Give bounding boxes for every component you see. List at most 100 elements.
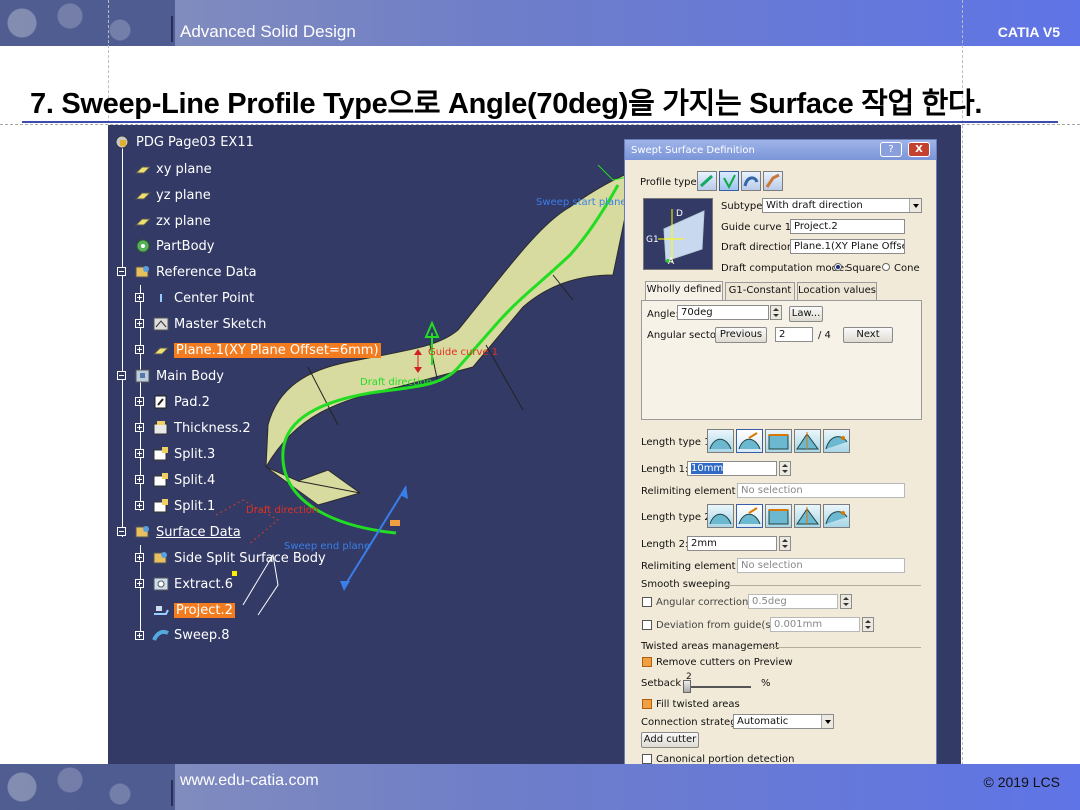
length-type-2-standard-button[interactable]	[707, 504, 734, 528]
footer-url[interactable]: www.edu-catia.com	[180, 772, 319, 790]
tree-item-label: Split.1	[174, 498, 216, 514]
expand-toggle[interactable]	[135, 553, 144, 562]
tree-item-main-body[interactable]: Main Body	[134, 366, 224, 386]
length-type-1-standard-button[interactable]	[707, 429, 734, 453]
preview-label-d: D	[676, 209, 683, 219]
canonical-detection-checkbox[interactable]	[642, 754, 652, 764]
end-plane-marker	[390, 520, 400, 526]
tree-item-yz-plane[interactable]: yz plane	[134, 185, 211, 205]
tree-item-sweep-8[interactable]: Sweep.8	[152, 625, 230, 645]
swept-surface-dialog[interactable]: Swept Surface Definition ? X Profile typ…	[624, 139, 937, 766]
relimiting-2-field[interactable]: No selection	[737, 558, 905, 573]
profile-explicit-button[interactable]	[697, 171, 717, 191]
relimiting-2-label: Relimiting element 2:	[641, 561, 749, 572]
angle-field[interactable]: 70deg	[677, 305, 769, 320]
length-1-field[interactable]: 10mm	[687, 461, 777, 476]
tree-item-partbody[interactable]: PartBody	[134, 236, 214, 256]
connection-strategy-select[interactable]: Automatic	[733, 714, 834, 729]
length-type-1-fromto-button[interactable]	[736, 429, 763, 453]
tree-item-plane-1[interactable]: Plane.1(XY Plane Offset=6mm)	[152, 340, 381, 360]
length-type-2-alongsurface-button[interactable]	[794, 504, 821, 528]
tree-item-split-1[interactable]: Split.1	[152, 496, 215, 516]
length-type-2-curve-button[interactable]	[823, 504, 850, 528]
length-type-1-alongsurface-button[interactable]	[794, 429, 821, 453]
profile-circle-button[interactable]	[741, 171, 761, 191]
expand-toggle[interactable]	[135, 631, 144, 640]
smooth-sweeping-label: Smooth sweeping	[641, 579, 731, 590]
length-type-1-curve-button[interactable]	[823, 429, 850, 453]
expand-toggle[interactable]	[135, 345, 144, 354]
expand-toggle[interactable]	[135, 423, 144, 432]
close-button[interactable]: X	[908, 142, 930, 157]
expand-toggle[interactable]	[135, 293, 144, 302]
expand-toggle[interactable]	[135, 501, 144, 510]
tree-item-thickness-2[interactable]: Thickness.2	[152, 418, 251, 438]
dialog-titlebar[interactable]: Swept Surface Definition ? X	[625, 140, 936, 160]
tree-item-split-3[interactable]: Split.3	[152, 444, 215, 464]
angle-spinner[interactable]	[770, 305, 782, 320]
setback-slider-track[interactable]	[685, 686, 751, 688]
deviation-spinner[interactable]	[862, 617, 874, 632]
length-1-spinner[interactable]	[779, 461, 791, 476]
remove-cutters-checkbox[interactable]	[642, 657, 652, 667]
sector-field[interactable]: 2	[775, 327, 813, 342]
add-cutter-button[interactable]: Add cutter	[641, 732, 699, 748]
relimiting-1-field[interactable]: No selection	[737, 483, 905, 498]
setback-slider-handle[interactable]	[683, 680, 691, 693]
expand-toggle[interactable]	[135, 579, 144, 588]
law-button[interactable]: Law...	[789, 306, 823, 322]
angular-correction-spinner[interactable]	[840, 594, 852, 609]
tree-item-master-sketch[interactable]: Master Sketch	[152, 314, 266, 334]
expand-toggle[interactable]	[135, 319, 144, 328]
length-type-1-fromextremum-button[interactable]	[765, 429, 792, 453]
collapse-toggle[interactable]	[117, 527, 126, 536]
subtype-value: With draft direction	[766, 200, 863, 211]
next-button[interactable]: Next	[843, 327, 893, 343]
tree-item-zx-plane[interactable]: zx plane	[134, 211, 211, 231]
swept-surface[interactable]	[265, 164, 658, 468]
tab-wholly-defined[interactable]: Wholly defined	[645, 281, 723, 301]
tree-item-side-split-surface-body[interactable]: Side Split Surface Body	[152, 548, 326, 568]
deviation-checkbox[interactable]	[642, 620, 652, 630]
square-radio[interactable]	[834, 263, 842, 271]
collapse-toggle[interactable]	[117, 371, 126, 380]
tree-item-project-2[interactable]: Project.2	[152, 600, 235, 620]
swept-surface-end[interactable]	[265, 466, 362, 506]
expand-toggle[interactable]	[135, 449, 144, 458]
tree-item-reference-data[interactable]: Reference Data	[134, 262, 257, 282]
chevron-down-icon[interactable]	[909, 199, 921, 212]
previous-button[interactable]: Previous	[715, 327, 767, 343]
tree-item-pad-2[interactable]: Pad.2	[152, 392, 210, 412]
collapse-toggle[interactable]	[117, 267, 126, 276]
chevron-down-icon[interactable]	[821, 715, 833, 728]
cone-radio[interactable]	[882, 263, 890, 271]
length-type-2-fromextremum-button[interactable]	[765, 504, 792, 528]
footer-band	[0, 764, 1080, 810]
tree-item-surface-data[interactable]: Surface Data	[134, 522, 241, 542]
length-2-spinner[interactable]	[779, 536, 791, 551]
tree-item-label: PartBody	[156, 238, 215, 254]
tab-location-values[interactable]: Location values	[797, 282, 877, 300]
tree-root[interactable]: PDG Page03 EX11	[114, 132, 254, 152]
length-2-field[interactable]: 2mm	[687, 536, 777, 551]
tree-item-center-point[interactable]: Center Point	[152, 288, 254, 308]
guide-curve-field[interactable]: Project.2	[790, 219, 905, 234]
tree-item-split-4[interactable]: Split.4	[152, 470, 215, 490]
tree-item-extract-6[interactable]: Extract.6	[152, 574, 233, 594]
deviation-field[interactable]: 0.001mm	[770, 617, 860, 632]
tab-g1-constant[interactable]: G1-Constant	[725, 282, 795, 300]
profile-conic-button[interactable]	[763, 171, 783, 191]
setback-label: Setback	[641, 678, 682, 689]
tree-item-xy-plane[interactable]: xy plane	[134, 159, 212, 179]
angular-correction-field[interactable]: 0.5deg	[748, 594, 838, 609]
length-type-2-fromto-button[interactable]	[736, 504, 763, 528]
angular-correction-checkbox[interactable]	[642, 597, 652, 607]
help-button[interactable]: ?	[880, 142, 902, 157]
tree-item-label: Side Split Surface Body	[174, 550, 326, 566]
expand-toggle[interactable]	[135, 475, 144, 484]
subtype-select[interactable]: With draft direction	[762, 198, 922, 213]
profile-line-button[interactable]	[719, 171, 739, 191]
draft-direction-field[interactable]: Plane.1(XY Plane Offset=6	[790, 239, 905, 254]
fill-twisted-checkbox[interactable]	[642, 699, 652, 709]
expand-toggle[interactable]	[135, 397, 144, 406]
